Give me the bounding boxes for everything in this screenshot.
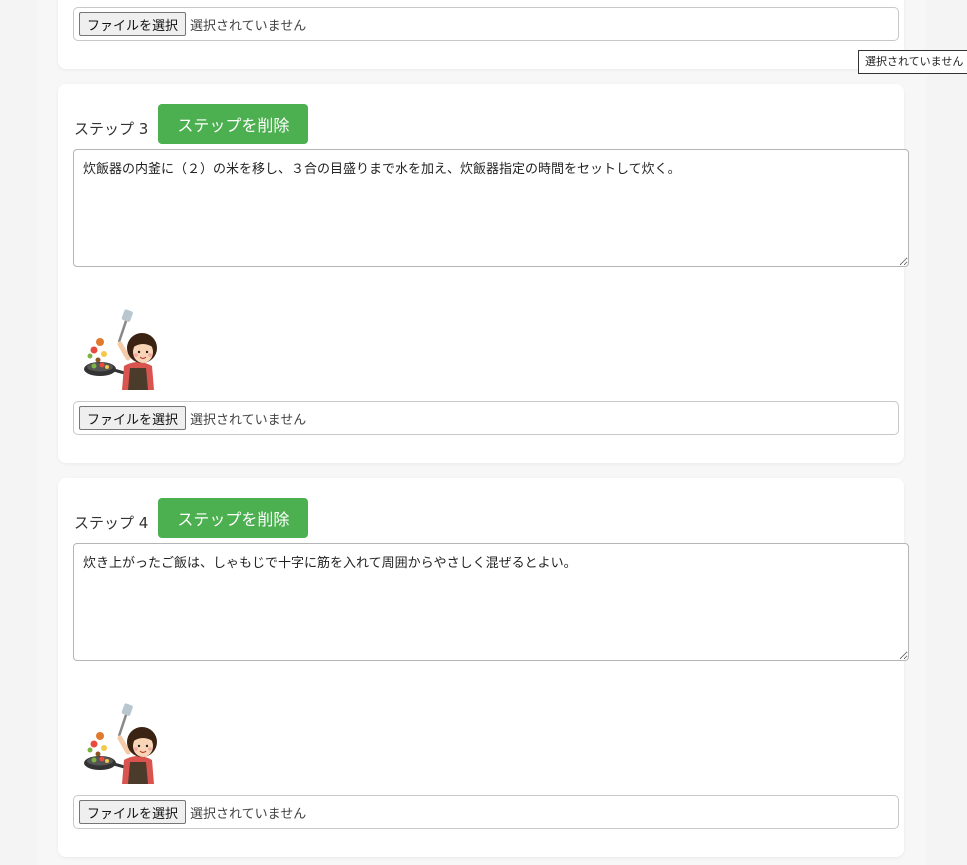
cooking-woman-illustration-icon <box>84 309 157 390</box>
step-label: ステップ 4 <box>74 513 149 532</box>
file-status-text: 選択されていません <box>190 18 307 34</box>
file-input-row[interactable]: ファイルを選択 選択されていません <box>73 795 899 829</box>
step-header: ステップ 4 ステップを削除 <box>74 498 309 538</box>
step-label: ステップ 3 <box>74 119 149 138</box>
choose-file-button[interactable]: ファイルを選択 <box>79 12 187 36</box>
step-description-input[interactable]: 炊飯器の内釜に（２）の米を移し、３合の目盛りまで水を加え、炊飯器指定の時間をセッ… <box>73 149 909 267</box>
step-card-previous: ファイルを選択 選択されていません <box>58 0 904 69</box>
recipe-steps-page: ファイルを選択 選択されていません ステップ 3 ステップを削除 炊飯器の内釜に… <box>38 0 926 865</box>
file-status-text: 選択されていません <box>190 806 307 822</box>
delete-step-button[interactable]: ステップを削除 <box>158 104 309 144</box>
step-description-input[interactable]: 炊き上がったご飯は、しゃもじで十字に筋を入れて周囲からやさしく混ぜるとよい。 <box>73 543 909 661</box>
file-status-text: 選択されていません <box>190 412 307 428</box>
step-card-4: ステップ 4 ステップを削除 炊き上がったご飯は、しゃもじで十字に筋を入れて周囲… <box>58 478 909 857</box>
file-input-row[interactable]: ファイルを選択 選択されていません <box>73 7 899 41</box>
file-input-row[interactable]: ファイルを選択 選択されていません <box>73 401 899 435</box>
step-header: ステップ 3 ステップを削除 <box>74 104 309 144</box>
step-card-3: ステップ 3 ステップを削除 炊飯器の内釜に（２）の米を移し、３合の目盛りまで水… <box>58 84 909 463</box>
cooking-woman-illustration-icon <box>84 703 157 784</box>
choose-file-button[interactable]: ファイルを選択 <box>79 406 187 430</box>
file-status-tooltip: 選択されていません <box>858 50 967 74</box>
choose-file-button[interactable]: ファイルを選択 <box>79 800 187 824</box>
delete-step-button[interactable]: ステップを削除 <box>158 498 309 538</box>
